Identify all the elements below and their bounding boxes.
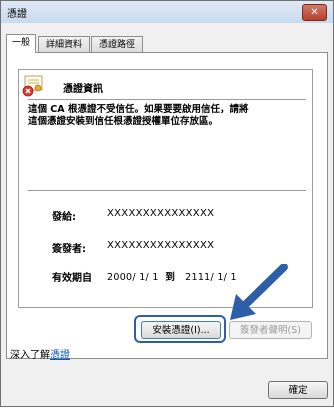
issued-to-value: XXXXXXXXXXXXXXX — [107, 208, 215, 219]
header-divider — [28, 99, 306, 100]
trust-warning-text: 這個 CA 根憑證不受信任。如果要要啟用信任，請將 這個憑證安裝到信任根憑證授權… — [28, 104, 249, 127]
valid-from-date: 2000/ 1/ 1 — [107, 272, 159, 283]
learn-more-text: 深入了解憑證 — [10, 346, 70, 361]
window-title: 憑證 — [7, 9, 27, 20]
issued-to-label: 發給: — [52, 212, 76, 223]
tab-certification-path[interactable]: 憑證路徑 — [91, 36, 143, 52]
tab-general[interactable]: 一般 — [6, 34, 36, 53]
close-button[interactable]: ✕ — [302, 4, 327, 21]
learn-more-prefix: 深入了解 — [10, 350, 50, 361]
validity-period: 2000/ 1/ 1 到 2111/ 1/ 1 — [107, 269, 237, 283]
ok-button[interactable]: 確定 — [268, 381, 328, 399]
certificate-info-heading: 憑證資訊 — [63, 84, 103, 95]
title-bar[interactable]: 憑證 ✕ — [1, 1, 333, 23]
install-certificate-button[interactable]: 安裝憑證(I)... — [141, 321, 221, 339]
valid-from-label: 有效期自 — [52, 273, 92, 284]
issued-by-label: 簽發者: — [52, 244, 86, 255]
tab-details[interactable]: 詳細資料 — [38, 36, 90, 52]
issuer-statement-button[interactable]: 簽發者聲明(S) — [229, 321, 312, 339]
learn-more-link[interactable]: 憑證 — [50, 350, 70, 361]
certificate-error-icon — [22, 75, 43, 97]
details-divider — [28, 190, 306, 191]
issued-by-value: XXXXXXXXXXXXXXX — [107, 240, 215, 251]
valid-to-word: 到 — [165, 272, 176, 283]
close-icon: ✕ — [310, 7, 319, 18]
pointer-arrow — [230, 264, 288, 320]
